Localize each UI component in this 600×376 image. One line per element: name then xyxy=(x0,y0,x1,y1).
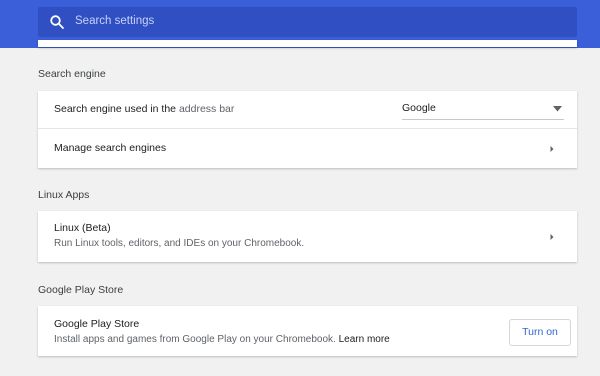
address-bar-link[interactable]: address bar xyxy=(179,103,234,115)
search-input[interactable]: Search settings xyxy=(38,7,577,37)
google-play-store-row: Google Play Store Install apps and games… xyxy=(38,306,577,356)
google-play-store-subtitle-text: Install apps and games from Google Play … xyxy=(54,334,336,345)
search-engine-selected-value: Google xyxy=(402,102,436,114)
manage-search-engines-label: Manage search engines xyxy=(54,142,167,154)
google-play-store-title: Google Play Store xyxy=(54,318,140,330)
search-engine-label: Search engine used in the address bar xyxy=(54,103,234,115)
search-placeholder: Search settings xyxy=(75,15,155,27)
google-play-store-subtitle: Install apps and games from Google Play … xyxy=(54,334,390,345)
search-icon xyxy=(50,15,64,29)
search-engine-card: Search engine used in the address bar Go… xyxy=(38,91,577,168)
section-title-linux-apps: Linux Apps xyxy=(38,189,90,201)
search-engine-select[interactable]: Google xyxy=(402,97,564,120)
chevron-right-icon xyxy=(550,234,554,240)
dropdown-arrow-icon xyxy=(553,106,562,112)
previous-section-card xyxy=(38,40,577,47)
search-engine-row: Search engine used in the address bar Go… xyxy=(38,91,577,128)
linux-beta-row[interactable]: Linux (Beta) Run Linux tools, editors, a… xyxy=(38,211,577,262)
chevron-right-icon xyxy=(550,146,554,152)
linux-apps-card: Linux (Beta) Run Linux tools, editors, a… xyxy=(38,211,577,262)
section-title-google-play-store: Google Play Store xyxy=(38,284,124,296)
google-play-store-card: Google Play Store Install apps and games… xyxy=(38,306,577,356)
search-engine-label-text: Search engine used in the xyxy=(54,103,179,115)
manage-search-engines-row[interactable]: Manage search engines xyxy=(38,129,577,168)
linux-beta-subtitle: Run Linux tools, editors, and IDEs on yo… xyxy=(54,238,305,249)
section-title-search-engine: Search engine xyxy=(38,68,106,80)
linux-beta-title: Linux (Beta) xyxy=(54,222,111,234)
turn-on-button[interactable]: Turn on xyxy=(509,319,571,346)
learn-more-link[interactable]: Learn more xyxy=(339,334,390,345)
